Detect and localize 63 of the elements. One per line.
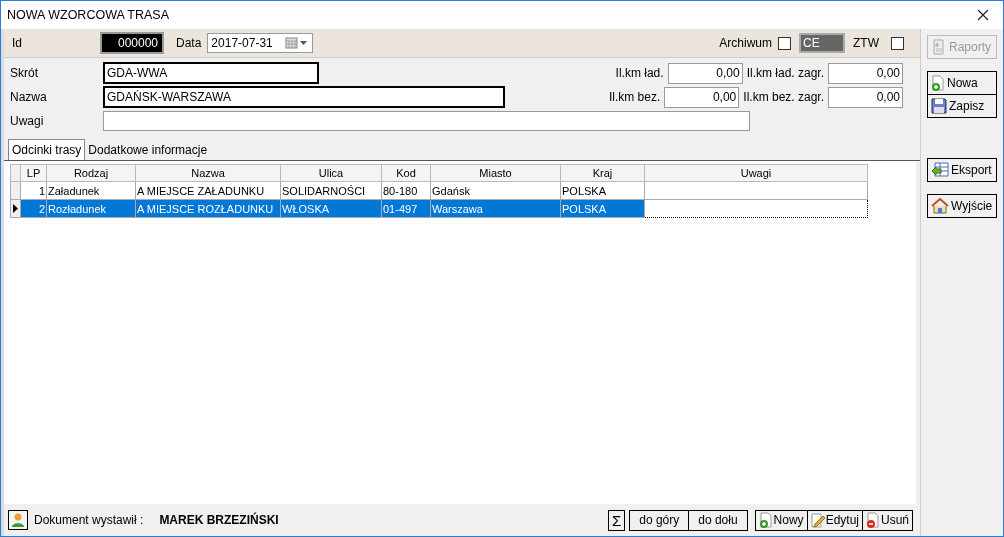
km-label: Il.km ład. zagr. [746, 66, 824, 80]
id-label: Id [12, 36, 23, 50]
km-field[interactable]: 0,00 [828, 62, 903, 84]
date-field[interactable]: 2017-07-31 [207, 33, 314, 53]
column-header[interactable]: Uwagi [644, 164, 868, 182]
delete-document-icon [866, 512, 880, 528]
km-field[interactable]: 0,00 [828, 86, 903, 108]
table-cell: POLSKA [560, 181, 645, 200]
ztw-checkbox[interactable] [891, 36, 904, 50]
column-header[interactable]: LP [20, 164, 47, 182]
row-action-button[interactable]: Nowy [754, 509, 808, 531]
code-field: CE [799, 33, 845, 53]
id-field: 000000 [100, 32, 164, 54]
field-label: Uwagi [10, 114, 45, 128]
km-label: Il.km bez. [608, 90, 661, 104]
column-header[interactable]: Kod [381, 164, 431, 182]
table-cell: 80-180 [381, 181, 431, 200]
row-pointer-icon [13, 203, 18, 213]
archive-checkbox[interactable] [778, 36, 791, 50]
report-icon [931, 39, 947, 55]
row-action-button[interactable]: Usuń [862, 509, 913, 531]
field-label: Nazwa [10, 90, 48, 104]
table-cell: 1 [20, 181, 47, 200]
move-button[interactable]: do dołu [688, 509, 748, 531]
column-header[interactable]: Ulica [280, 164, 382, 182]
km-field[interactable]: 0,00 [664, 86, 740, 108]
calendar-dropdown-icon [285, 37, 310, 49]
text-field[interactable]: GDA-WWA [103, 62, 319, 84]
window-title: NOWA WZORCOWA TRASA [7, 8, 171, 22]
ztw-label: ZTW [853, 36, 879, 50]
column-header[interactable]: Nazwa [135, 164, 281, 182]
column-header[interactable]: Miasto [430, 164, 561, 182]
tab[interactable]: Odcinki trasy [8, 139, 86, 160]
km-field[interactable]: 0,00 [667, 62, 743, 84]
table-cell: A MIEJSCE ZAŁADUNKU [135, 181, 281, 200]
km-label: Il.km ład. [615, 66, 664, 80]
new-document-icon [758, 512, 773, 528]
archive-label: Archiwum [719, 36, 772, 50]
house-icon [931, 198, 949, 214]
person-icon [8, 510, 28, 530]
date-label: Data [176, 36, 202, 50]
pencil-document-icon [810, 512, 825, 528]
column-header[interactable]: Rodzaj [46, 164, 136, 182]
sidebar-button[interactable]: Zapisz [927, 94, 997, 118]
table-cell: Załadunek [46, 181, 136, 200]
author-name: MAREK BRZEZIŃSKI [159, 513, 279, 527]
field-label: Skrót [10, 66, 39, 80]
text-field[interactable] [103, 111, 750, 131]
sidebar-button[interactable]: Eksport [927, 158, 997, 182]
table-cell: SOLIDARNOŚCI [280, 181, 382, 200]
column-header[interactable]: Kraj [560, 164, 645, 182]
text-field[interactable]: GDAŃSK-WARSZAWA [103, 86, 505, 108]
sidebar-button[interactable]: Nowa [927, 71, 997, 95]
table-cell: Gdańsk [430, 181, 561, 200]
new-document-icon [931, 75, 945, 91]
author-label: Dokument wystawił : [34, 513, 144, 527]
move-button[interactable]: do góry [629, 509, 690, 531]
row-action-button[interactable]: Edytuj [806, 509, 863, 531]
table-export-icon [931, 162, 949, 178]
sidebar-button[interactable]: Wyjście [927, 194, 997, 218]
close-icon[interactable] [977, 9, 989, 21]
km-label: Il.km bez. zagr. [743, 90, 824, 104]
sum-button[interactable]: Σ [607, 509, 626, 531]
